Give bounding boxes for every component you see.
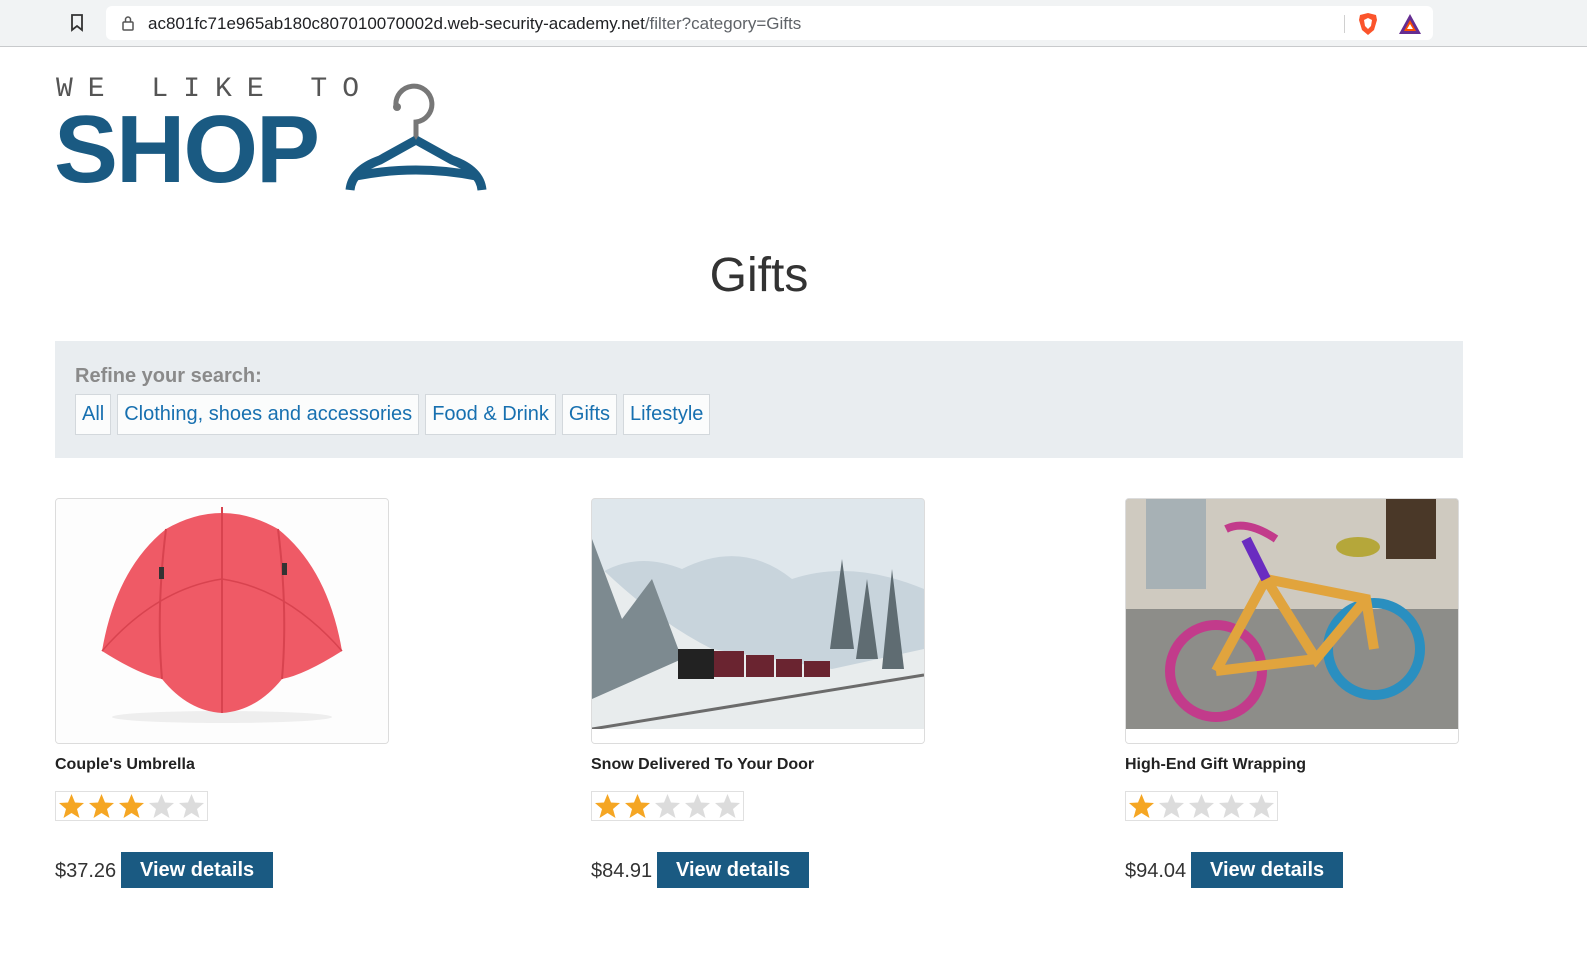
- view-details-button[interactable]: View details: [657, 852, 810, 888]
- filter-link-clothing[interactable]: Clothing, shoes and accessories: [117, 394, 420, 435]
- filter-panel: Refine your search: All Clothing, shoes …: [55, 341, 1463, 458]
- umbrella-image: [56, 499, 388, 743]
- browser-toolbar: ac801fc71e965ab180c807010070002d.web-sec…: [0, 0, 1587, 47]
- product-card: Snow Delivered To Your Door $84.91 View …: [591, 498, 925, 888]
- product-image: [1125, 498, 1459, 744]
- lock-icon[interactable]: [122, 15, 134, 31]
- filter-link-all[interactable]: All: [75, 394, 112, 435]
- bookmark-icon[interactable]: [70, 14, 84, 32]
- site-logo[interactable]: WE LIKE TO SHOP: [54, 74, 494, 198]
- omnibox-divider: [1344, 15, 1345, 33]
- star-empty-icon: [715, 794, 740, 818]
- star-filled-icon: [89, 794, 114, 818]
- address-bar[interactable]: ac801fc71e965ab180c807010070002d.web-sec…: [106, 6, 1433, 40]
- star-rating: [1125, 791, 1278, 821]
- brave-shield-icon[interactable]: [1357, 12, 1379, 36]
- product-card: Couple's Umbrella $37.26 View details: [55, 498, 389, 888]
- filter-link-gifts[interactable]: Gifts: [561, 394, 618, 435]
- star-filled-icon: [119, 794, 144, 818]
- bat-rewards-icon[interactable]: [1398, 13, 1422, 35]
- url-text[interactable]: ac801fc71e965ab180c807010070002d.web-sec…: [148, 14, 801, 34]
- product-price: $37.26: [55, 860, 117, 882]
- url-domain: ac801fc71e965ab180c807010070002d.web-sec…: [148, 14, 645, 33]
- page-title: Gifts: [709, 249, 809, 302]
- filter-link-food-drink[interactable]: Food & Drink: [425, 394, 556, 435]
- view-details-button[interactable]: View details: [1191, 852, 1344, 888]
- refine-search-label: Refine your search:: [75, 365, 262, 387]
- star-empty-icon: [149, 794, 174, 818]
- product-card: High-End Gift Wrapping $94.04 View detai…: [1125, 498, 1459, 888]
- star-empty-icon: [1249, 794, 1274, 818]
- star-empty-icon: [1159, 794, 1184, 818]
- product-name: High-End Gift Wrapping: [1125, 756, 1307, 773]
- product-name: Snow Delivered To Your Door: [591, 756, 815, 773]
- product-price: $84.91: [591, 860, 653, 882]
- star-rating: [55, 791, 208, 821]
- star-empty-icon: [1189, 794, 1214, 818]
- snow-train-image: [592, 499, 924, 743]
- star-empty-icon: [655, 794, 680, 818]
- product-image: [591, 498, 925, 744]
- wrapped-bicycle-image: [1126, 499, 1458, 743]
- product-name: Couple's Umbrella: [55, 756, 195, 773]
- star-empty-icon: [685, 794, 710, 818]
- star-empty-icon: [179, 794, 204, 818]
- view-details-button[interactable]: View details: [121, 852, 274, 888]
- filter-link-lifestyle[interactable]: Lifestyle: [623, 394, 711, 435]
- logo-wordmark: SHOP: [54, 96, 320, 203]
- star-filled-icon: [59, 794, 84, 818]
- star-empty-icon: [1219, 794, 1244, 818]
- product-price: $94.04: [1125, 860, 1187, 882]
- product-image: [55, 498, 389, 744]
- star-rating: [591, 791, 744, 821]
- url-path: /filter?category=Gifts: [644, 14, 802, 33]
- category-filter-list: All Clothing, shoes and accessories Food…: [75, 394, 711, 435]
- hanger-icon: [345, 83, 487, 191]
- star-filled-icon: [595, 794, 620, 818]
- star-filled-icon: [1129, 794, 1154, 818]
- star-filled-icon: [625, 794, 650, 818]
